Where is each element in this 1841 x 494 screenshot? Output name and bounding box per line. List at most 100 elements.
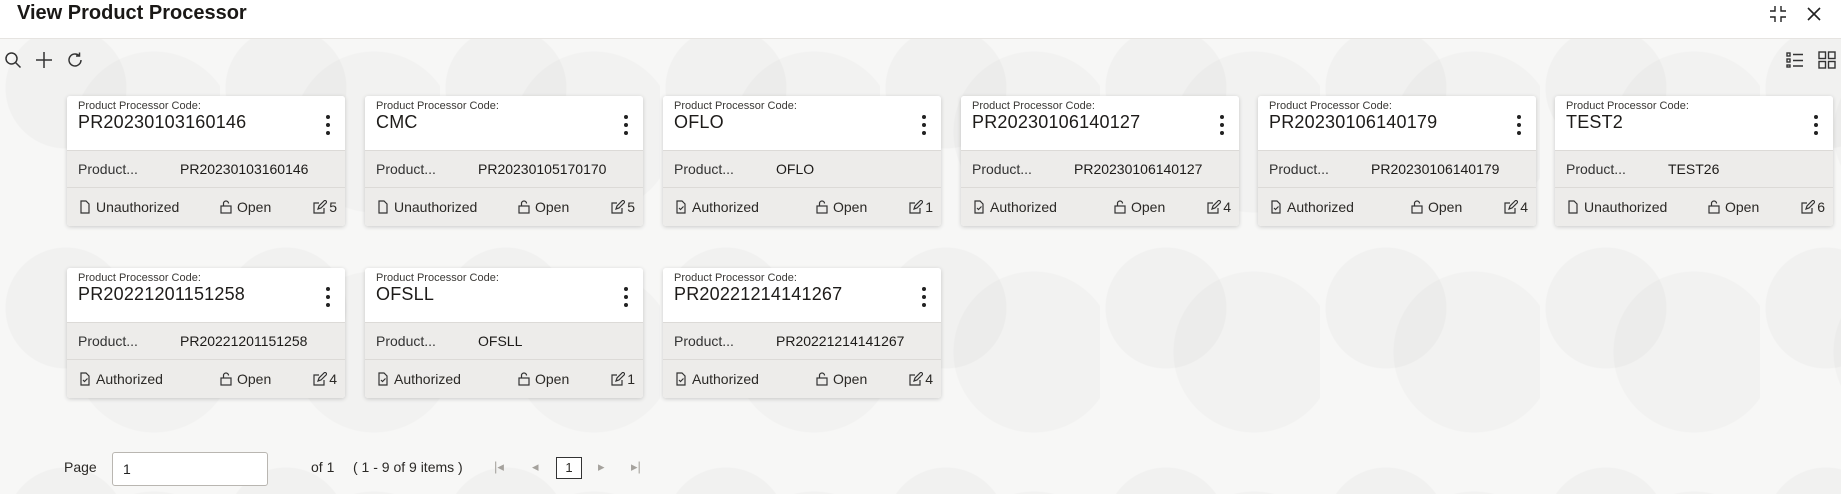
product-processor-card[interactable]: Product Processor Code: PR20221201151258… (67, 268, 345, 398)
auth-status: Authorized (972, 199, 1057, 215)
grid-view-icon[interactable] (1817, 50, 1837, 70)
pagination: Page of 1 ( 1 - 9 of 9 items ) |◂ ◂ 1 ▸ … (0, 450, 900, 486)
product-name-label: Product... (78, 333, 138, 349)
code-label: Product Processor Code: (1269, 100, 1392, 112)
auth-status: Authorized (1269, 199, 1354, 215)
page-total: of 1 (311, 459, 335, 475)
auth-status: Unauthorized (1566, 199, 1667, 215)
code-value: PR20230106140127 (972, 112, 1141, 132)
product-name-label: Product... (1566, 161, 1626, 177)
record-state: Open (1707, 199, 1759, 215)
edit-icon (909, 372, 924, 386)
code-label: Product Processor Code: (1566, 100, 1689, 112)
unlock-icon (220, 372, 232, 386)
auth-status: Authorized (674, 371, 759, 387)
product-name-label: Product... (376, 333, 436, 349)
title-bar: View Product Processor (0, 0, 1841, 39)
toolbar (0, 50, 1841, 76)
more-options-icon[interactable] (1813, 115, 1819, 137)
product-name-label: Product... (674, 333, 734, 349)
product-processor-card[interactable]: Product Processor Code: OFSLL Product...… (365, 268, 643, 398)
plus-icon[interactable] (34, 50, 54, 70)
product-name-value: OFLO (776, 161, 815, 177)
record-state: Open (517, 199, 569, 215)
product-name-value: PR20221201151258 (180, 333, 308, 349)
authorized-document-icon (676, 372, 686, 386)
next-page-icon[interactable]: ▸ (598, 459, 605, 475)
edit-icon (611, 200, 626, 214)
more-options-icon[interactable] (921, 115, 927, 137)
more-options-icon[interactable] (325, 115, 331, 137)
page-title: View Product Processor (17, 2, 247, 24)
product-name-value: PR20230105170170 (478, 161, 607, 177)
window-controls (1769, 5, 1823, 28)
product-name-value: PR20221214141267 (776, 333, 905, 349)
code-label: Product Processor Code: (376, 272, 499, 284)
unlock-icon (816, 372, 828, 386)
product-processor-card[interactable]: Product Processor Code: PR20230106140127… (961, 96, 1239, 226)
record-state: Open (1113, 199, 1165, 215)
more-options-icon[interactable] (623, 115, 629, 137)
unlock-icon (1708, 200, 1720, 214)
edit-icon (313, 200, 328, 214)
product-processor-card[interactable]: Product Processor Code: OFLO Product... … (663, 96, 941, 226)
modification-count: 1 (909, 199, 933, 215)
unlock-icon (518, 372, 530, 386)
document-icon (1568, 200, 1578, 214)
current-page-button[interactable]: 1 (556, 457, 582, 479)
edit-icon (611, 372, 626, 386)
modification-count: 5 (313, 199, 337, 215)
product-name-label: Product... (674, 161, 734, 177)
modification-count: 4 (313, 371, 337, 387)
more-options-icon[interactable] (921, 287, 927, 309)
refresh-icon[interactable] (65, 50, 85, 70)
product-processor-card[interactable]: Product Processor Code: PR20221214141267… (663, 268, 941, 398)
search-icon[interactable] (3, 50, 23, 70)
code-label: Product Processor Code: (78, 272, 201, 284)
close-icon[interactable] (1805, 5, 1823, 28)
list-view-icon[interactable] (1785, 50, 1805, 70)
unlock-icon (220, 200, 232, 214)
product-name-label: Product... (78, 161, 138, 177)
code-value: OFSLL (376, 284, 435, 304)
more-options-icon[interactable] (325, 287, 331, 309)
product-processor-card[interactable]: Product Processor Code: PR20230103160146… (67, 96, 345, 226)
last-page-icon[interactable]: ▸| (631, 459, 641, 475)
product-name-value: PR20230106140127 (1074, 161, 1203, 177)
product-processor-card[interactable]: Product Processor Code: TEST2 Product...… (1555, 96, 1833, 226)
more-options-icon[interactable] (1219, 115, 1225, 137)
product-processor-card[interactable]: Product Processor Code: PR20230106140179… (1258, 96, 1536, 226)
authorized-document-icon (974, 200, 984, 214)
product-name-label: Product... (1269, 161, 1329, 177)
code-label: Product Processor Code: (674, 272, 797, 284)
page-input[interactable] (112, 452, 268, 486)
edit-icon (1504, 200, 1519, 214)
more-options-icon[interactable] (623, 287, 629, 309)
authorized-document-icon (378, 372, 388, 386)
product-name-value: OFSLL (478, 333, 523, 349)
document-icon (378, 200, 388, 214)
record-state: Open (219, 371, 271, 387)
record-state: Open (815, 199, 867, 215)
prev-page-icon[interactable]: ◂ (532, 459, 539, 475)
code-value: PR20230106140179 (1269, 112, 1438, 132)
product-processor-card[interactable]: Product Processor Code: CMC Product... P… (365, 96, 643, 226)
modification-count: 4 (1504, 199, 1528, 215)
code-value: PR20221214141267 (674, 284, 843, 304)
minimize-icon[interactable] (1769, 5, 1787, 28)
auth-status: Unauthorized (78, 199, 179, 215)
auth-status: Authorized (674, 199, 759, 215)
product-name-label: Product... (972, 161, 1032, 177)
record-state: Open (1410, 199, 1462, 215)
auth-status: Authorized (78, 371, 163, 387)
product-name-value: PR20230103160146 (180, 161, 309, 177)
more-options-icon[interactable] (1516, 115, 1522, 137)
page-label: Page (64, 459, 97, 475)
record-state: Open (517, 371, 569, 387)
code-value: PR20221201151258 (78, 284, 246, 304)
edit-icon (313, 372, 328, 386)
code-value: OFLO (674, 112, 724, 132)
edit-icon (1207, 200, 1222, 214)
first-page-icon[interactable]: |◂ (494, 459, 504, 475)
auth-status: Unauthorized (376, 199, 477, 215)
